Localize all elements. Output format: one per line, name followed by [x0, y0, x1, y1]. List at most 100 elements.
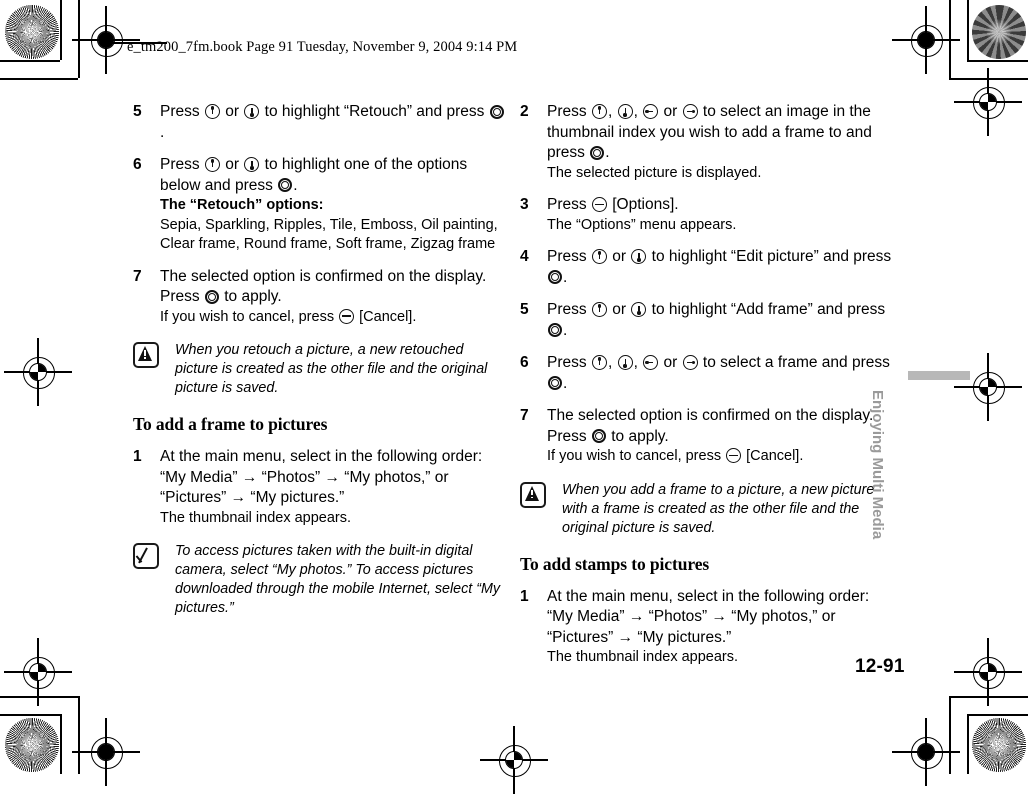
trim-line-bottom-left-v — [60, 714, 62, 774]
step-text: Press , , or to select an image in the t… — [547, 102, 892, 183]
starburst-target-bottom-left — [5, 718, 59, 772]
warning-note-text: When you add a frame to a picture, a new… — [562, 481, 875, 536]
step-item: 2 Press , , or to select an image in the… — [520, 102, 892, 183]
side-tab-label: Enjoying Multi Media — [869, 390, 886, 540]
trim-line-bottom-right-h — [967, 714, 1028, 716]
step-text-part: Press — [160, 156, 204, 173]
step-line: “My Media” → “Photos” → “My photos,” or — [160, 468, 449, 486]
step-number: 5 — [520, 301, 529, 318]
nav-down-key-icon — [631, 302, 647, 317]
center-select-key-icon — [278, 178, 293, 192]
step-text-part: . — [563, 374, 568, 392]
step-text-part: Press — [547, 103, 591, 120]
step-text-part: to apply. — [219, 288, 282, 305]
step-item: 7 The selected option is confirmed on th… — [133, 267, 505, 328]
soft-key-icon — [726, 448, 742, 463]
warning-note-text: When you retouch a picture, a new retouc… — [175, 342, 488, 396]
tip-check-note-icon — [133, 543, 163, 573]
center-select-key-icon — [489, 104, 504, 119]
step-text-part: Press — [160, 288, 204, 305]
step-text-part: If you wish to cancel, press — [160, 308, 339, 325]
step-text: At the main menu, select in the followin… — [547, 587, 892, 668]
trim-line-inner-botleft-v — [78, 696, 80, 774]
tip-note-text: To access pictures taken with the built-… — [175, 543, 501, 616]
registration-mark-top-left — [72, 6, 140, 74]
trim-line-inner-top-h — [0, 78, 78, 80]
registration-mark-right-upper — [954, 68, 1022, 136]
trim-line-inner-botleft-h — [0, 696, 79, 698]
step-text-part: or — [659, 354, 682, 371]
step-number: 1 — [133, 448, 142, 465]
step-result: The thumbnail index appears. — [160, 509, 352, 526]
book-header-info: e_tm200_7fm.book Page 91 Tuesday, Novemb… — [127, 39, 518, 55]
step-text-part: or — [607, 301, 631, 318]
step-text: Press or to highlight “Retouch” and pres… — [160, 102, 505, 143]
manual-page: e_tm200_7fm.book Page 91 Tuesday, Novemb… — [0, 0, 1028, 794]
nav-down-key-icon — [244, 157, 260, 172]
step-text-part: If you wish to cancel, press — [547, 448, 726, 464]
step-item: 3 Press [Options]. The “Options” menu ap… — [520, 195, 892, 235]
nav-right-key-icon — [682, 104, 698, 119]
step-text-part: [Options]. — [607, 196, 679, 213]
registration-mark-bottom-center — [480, 726, 548, 794]
step-result: The thumbnail index appears. — [547, 649, 739, 665]
nav-right-key-icon — [682, 355, 698, 370]
tip-note: To access pictures taken with the built-… — [133, 542, 505, 618]
step-text-part: . — [563, 268, 568, 286]
step-text-part: . — [160, 123, 165, 141]
center-select-key-icon — [548, 323, 562, 337]
step-line: The selected option is confirmed on the … — [160, 267, 487, 285]
registration-mark-left-upper — [4, 338, 72, 406]
nav-down-key-icon — [244, 104, 260, 119]
step-text-part: to select a frame and press — [698, 354, 890, 371]
nav-left-key-icon — [643, 104, 659, 119]
step-text-part: Press — [547, 301, 591, 318]
step-text: Press [Options]. The “Options” menu appe… — [547, 195, 892, 235]
nav-down-key-icon — [617, 355, 633, 370]
step-item: 4 Press or to highlight “Edit picture” a… — [520, 247, 892, 288]
registration-mark-right-mid — [954, 353, 1022, 421]
step-text-part: , — [607, 354, 617, 371]
trim-line-inner-botright-v — [949, 696, 951, 774]
trim-line-top-right-v — [967, 0, 969, 60]
step-text: The selected option is confirmed on the … — [547, 406, 892, 467]
soft-key-icon — [591, 197, 607, 212]
step-text-part: . — [605, 144, 610, 161]
step-text-part: [Cancel]. — [742, 448, 804, 464]
starburst-target-top-left — [5, 5, 59, 59]
step-text-part: Press — [547, 354, 591, 371]
step-text-part: to apply. — [606, 427, 669, 445]
trim-line-bottom-right-v — [967, 714, 969, 774]
step-item: 5 Press or to highlight “Retouch” and pr… — [133, 102, 505, 143]
nav-down-key-icon — [617, 104, 633, 119]
step-number: 2 — [520, 103, 529, 120]
step-item: 1 At the main menu, select in the follow… — [133, 447, 505, 528]
left-column: 5 Press or to highlight “Retouch” and pr… — [133, 102, 505, 634]
step-number: 6 — [520, 354, 529, 371]
step-text-part: Press — [547, 427, 591, 445]
section-heading-add-frame: To add a frame to pictures — [133, 414, 328, 434]
step-item: 6 Press , , or to select a frame and pre… — [520, 353, 892, 394]
step-line: At the main menu, select in the followin… — [547, 587, 870, 605]
step-text-part: to highlight “Edit picture” and press — [647, 248, 892, 265]
nav-left-key-icon — [643, 355, 659, 370]
step-result: The “Options” menu appears. — [547, 216, 737, 233]
warning-note: When you add a frame to a picture, a new… — [520, 481, 892, 538]
step-text-part: , — [633, 354, 643, 371]
step-result: The selected picture is displayed. — [547, 164, 762, 181]
step-text: Press or to highlight “Add frame” and pr… — [547, 300, 892, 341]
nav-up-key-icon — [591, 249, 607, 264]
step-text: At the main menu, select in the followin… — [160, 447, 505, 528]
nav-up-key-icon — [591, 355, 607, 370]
trim-line-top-left-v — [60, 0, 62, 60]
center-select-key-icon — [591, 429, 606, 443]
trim-line-bottom-left-h — [0, 714, 61, 716]
step-text-part: or — [607, 248, 631, 265]
step-text: Press or to highlight one of the options… — [160, 155, 505, 255]
step-text-part: Press — [160, 103, 204, 120]
nav-down-key-icon — [631, 249, 647, 264]
step-text-part: or — [659, 103, 682, 120]
step-text-part: Press — [547, 248, 591, 265]
step-number: 4 — [520, 248, 529, 265]
step-number: 7 — [520, 407, 529, 424]
